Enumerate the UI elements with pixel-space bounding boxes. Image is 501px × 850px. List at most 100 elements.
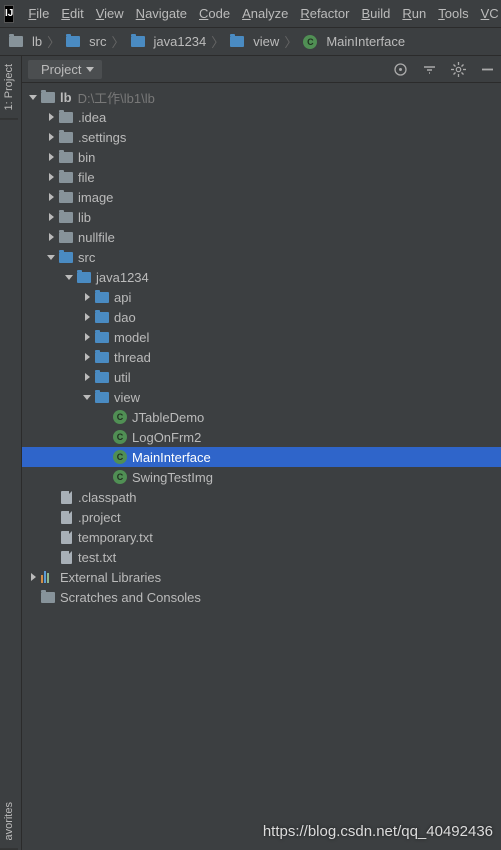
menu-file[interactable]: File (22, 6, 55, 21)
tree-node-label: temporary.txt (78, 530, 153, 545)
tree-node[interactable]: C SwingTestImg (22, 467, 501, 487)
chevron-down-icon (86, 67, 94, 72)
breadcrumb-item[interactable]: lb (8, 34, 42, 49)
folder-icon (58, 212, 74, 223)
breadcrumb-separator-icon: 〉 (47, 32, 60, 51)
tree-node-label: bin (78, 150, 95, 165)
tree-node[interactable]: util (22, 367, 501, 387)
tree-node[interactable]: External Libraries (22, 567, 501, 587)
breadcrumb: lb〉src〉java1234〉view〉CMainInterface (0, 28, 501, 56)
panel-toolbar (393, 62, 495, 77)
folder-icon (58, 132, 74, 143)
expand-closed-icon[interactable] (80, 350, 94, 364)
file-icon (58, 531, 74, 544)
favorites-tool-tab[interactable]: avorites (0, 794, 18, 850)
tree-node[interactable]: model (22, 327, 501, 347)
class-icon: C (302, 35, 318, 49)
menu-code[interactable]: Code (193, 6, 236, 21)
tree-node[interactable]: CMainInterface (22, 447, 501, 467)
tree-node[interactable]: lib (22, 207, 501, 227)
expand-open-icon[interactable] (26, 90, 40, 104)
hide-icon[interactable] (480, 62, 495, 77)
menu-refactor[interactable]: Refactor (294, 6, 355, 21)
tree-node[interactable]: file (22, 167, 501, 187)
tree-node[interactable]: .idea (22, 107, 501, 127)
menu-analyze[interactable]: Analyze (236, 6, 294, 21)
tree-node-label: api (114, 290, 131, 305)
tree-node[interactable]: api (22, 287, 501, 307)
tree-node-label: util (114, 370, 131, 385)
expand-closed-icon[interactable] (80, 370, 94, 384)
menu-edit[interactable]: Edit (55, 6, 89, 21)
tree-node-label: .project (78, 510, 121, 525)
tree-node[interactable]: src (22, 247, 501, 267)
expand-closed-icon[interactable] (44, 150, 58, 164)
project-panel-header: Project (22, 56, 501, 83)
project-view-selector[interactable]: Project (28, 60, 102, 79)
tree-node[interactable]: temporary.txt (22, 527, 501, 547)
tree-node[interactable]: java1234 (22, 267, 501, 287)
expand-none (44, 530, 58, 544)
tree-node[interactable]: CLogOnFrm2 (22, 427, 501, 447)
tree-node[interactable]: bin (22, 147, 501, 167)
expand-open-icon[interactable] (80, 390, 94, 404)
gear-icon[interactable] (451, 62, 466, 77)
tree-node[interactable]: .classpath (22, 487, 501, 507)
expand-open-icon[interactable] (62, 270, 76, 284)
tree-node-label: MainInterface (132, 450, 211, 465)
menu-run[interactable]: Run (396, 6, 432, 21)
tree-node[interactable]: view (22, 387, 501, 407)
tree-node[interactable]: image (22, 187, 501, 207)
expand-closed-icon[interactable] (44, 210, 58, 224)
breadcrumb-item[interactable]: view (229, 34, 279, 49)
expand-closed-icon[interactable] (44, 110, 58, 124)
tree-node[interactable]: test.txt (22, 547, 501, 567)
project-tree[interactable]: lbD:\工作\lb1\lb.idea.settings bin file image… (22, 83, 501, 850)
expand-closed-icon[interactable] (44, 170, 58, 184)
tree-node-label: image (78, 190, 113, 205)
breadcrumb-item[interactable]: CMainInterface (302, 34, 405, 49)
tree-node[interactable]: .settings (22, 127, 501, 147)
menu-vc[interactable]: VC (475, 6, 501, 21)
tree-node-hint: D:\工作\lb1\lb (78, 88, 155, 107)
tree-node[interactable]: thread (22, 347, 501, 367)
library-icon (40, 571, 56, 583)
tree-node[interactable]: .project (22, 507, 501, 527)
collapse-all-icon[interactable] (422, 62, 437, 77)
expand-closed-icon[interactable] (80, 290, 94, 304)
expand-open-icon[interactable] (44, 250, 58, 264)
menu-navigate[interactable]: Navigate (130, 6, 193, 21)
expand-closed-icon[interactable] (80, 330, 94, 344)
tree-node[interactable]: dao (22, 307, 501, 327)
tree-node-label: External Libraries (60, 570, 161, 585)
breadcrumb-item[interactable]: java1234 (130, 34, 207, 49)
tree-node[interactable]: lbD:\工作\lb1\lb (22, 87, 501, 107)
expand-closed-icon[interactable] (80, 310, 94, 324)
breadcrumb-label: java1234 (154, 34, 207, 49)
menu-view[interactable]: View (90, 6, 130, 21)
tree-node-label: lib (78, 210, 91, 225)
breadcrumb-separator-icon: 〉 (111, 32, 124, 51)
menu-tools[interactable]: Tools (432, 6, 474, 21)
tree-node-label: src (78, 250, 95, 265)
class-icon: C (112, 430, 128, 444)
expand-closed-icon[interactable] (44, 230, 58, 244)
package-icon (94, 372, 110, 383)
expand-closed-icon[interactable] (44, 190, 58, 204)
expand-none (98, 430, 112, 444)
expand-closed-icon[interactable] (44, 130, 58, 144)
tree-node[interactable]: CJTableDemo (22, 407, 501, 427)
menu-build[interactable]: Build (355, 6, 396, 21)
breadcrumb-item[interactable]: src (65, 34, 106, 49)
class-icon: C (112, 470, 128, 484)
tree-node-label: SwingTestImg (132, 470, 213, 485)
package-icon (94, 332, 110, 343)
breadcrumb-label: lb (32, 34, 42, 49)
locate-icon[interactable] (393, 62, 408, 77)
tree-node[interactable]: nullfile (22, 227, 501, 247)
expand-closed-icon[interactable] (26, 570, 40, 584)
project-tool-tab[interactable]: 1: Project (0, 56, 18, 119)
tree-node[interactable]: Scratches and Consoles (22, 587, 501, 607)
tree-node-label: test.txt (78, 550, 116, 565)
class-icon: C (112, 410, 128, 424)
